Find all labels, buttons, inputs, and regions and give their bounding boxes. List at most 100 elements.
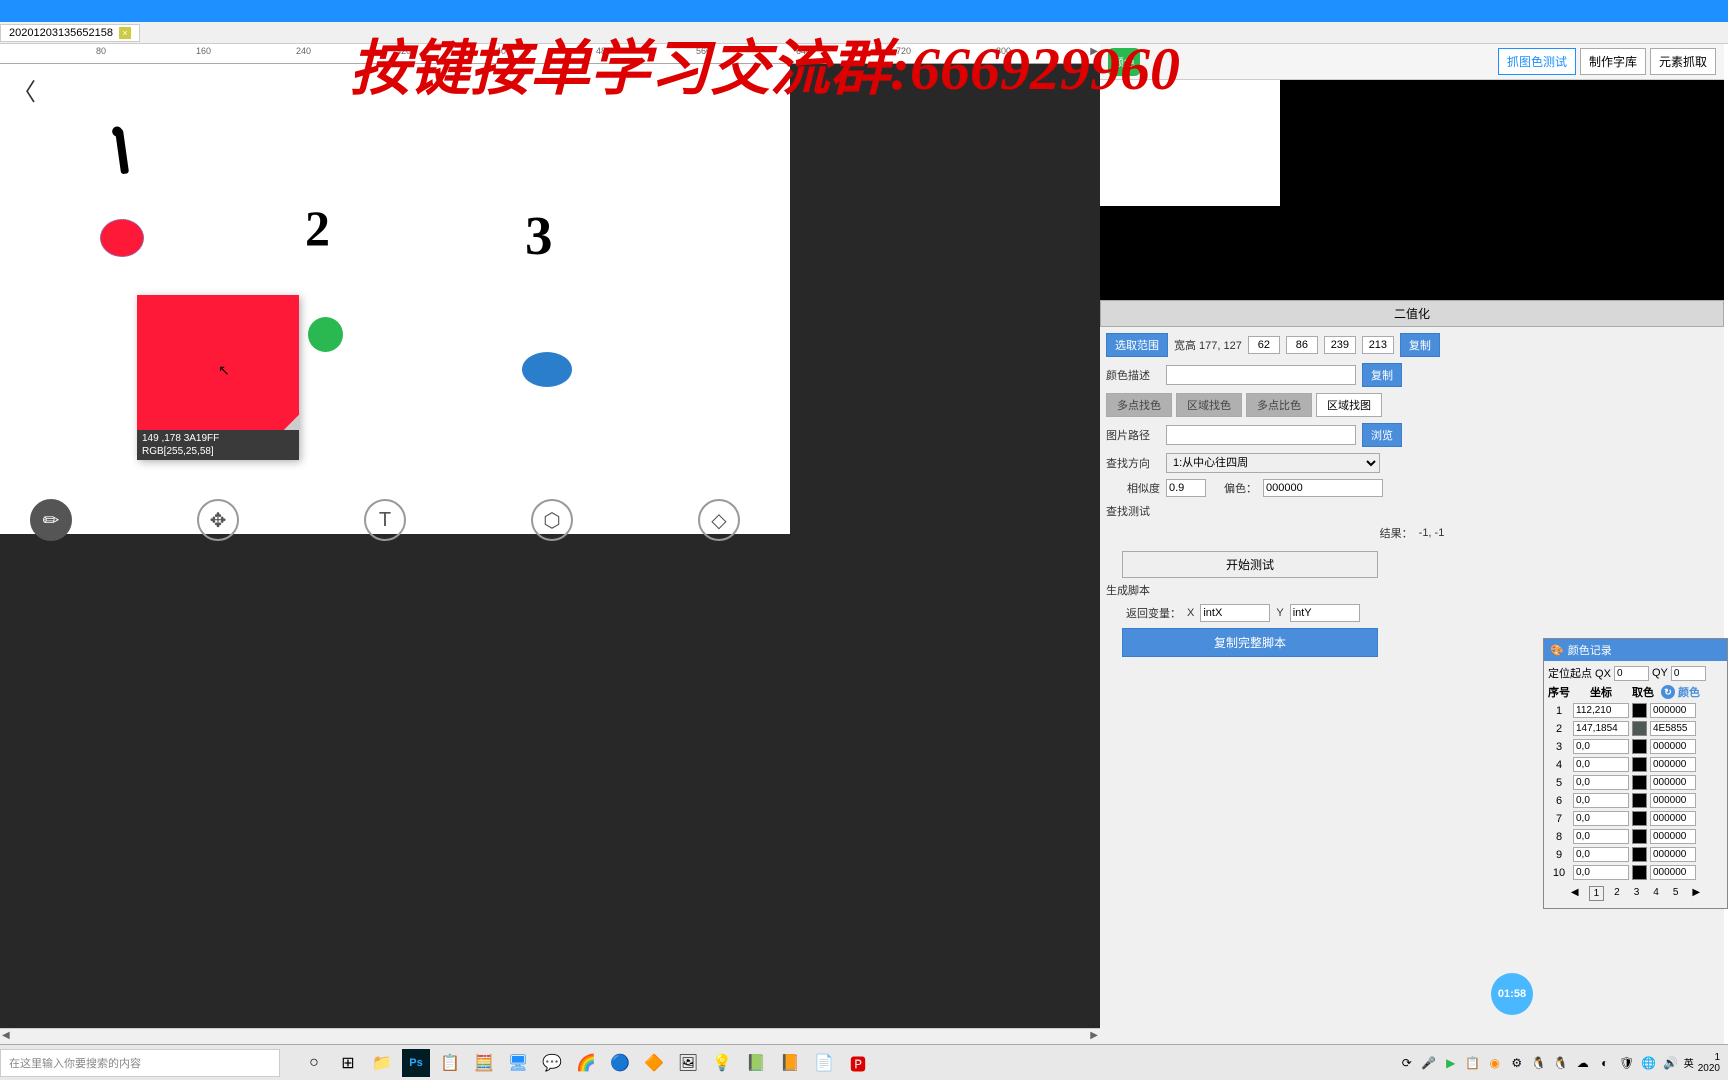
app2-icon[interactable]: 🖥 <box>504 1049 532 1077</box>
close-icon[interactable]: × <box>119 27 131 39</box>
coord-input[interactable] <box>1573 811 1629 826</box>
element-capture-button[interactable]: 元素抓取 <box>1650 48 1716 75</box>
clock[interactable]: 1 2020 <box>1698 1052 1724 1074</box>
range-x2-input[interactable] <box>1324 336 1356 354</box>
range-x1-input[interactable] <box>1248 336 1280 354</box>
color-swatch[interactable] <box>1632 865 1647 880</box>
bias-input[interactable] <box>1263 479 1383 497</box>
color-desc-input[interactable] <box>1166 365 1356 385</box>
hex-input[interactable] <box>1650 757 1696 772</box>
app4-icon[interactable]: 🔶 <box>640 1049 668 1077</box>
color-swatch[interactable] <box>1632 793 1647 808</box>
calculator-icon[interactable]: 🧮 <box>470 1049 498 1077</box>
hex-input[interactable] <box>1650 721 1696 736</box>
copy-desc-button[interactable]: 复制 <box>1362 363 1402 387</box>
color-swatch[interactable] <box>1632 739 1647 754</box>
text-tool-icon[interactable]: T <box>364 499 406 541</box>
explorer-icon[interactable]: 📁 <box>368 1049 396 1077</box>
coord-input[interactable] <box>1573 775 1629 790</box>
copy-range-button[interactable]: 复制 <box>1400 333 1440 357</box>
color-swatch[interactable] <box>1632 811 1647 826</box>
wechat-icon[interactable]: 💬 <box>538 1049 566 1077</box>
page-next-icon[interactable]: ▶ <box>1688 886 1704 901</box>
refresh-icon[interactable]: ↻ <box>1661 685 1675 699</box>
network-icon[interactable]: 🌐 <box>1640 1054 1658 1072</box>
tray-icon[interactable]: ▶ <box>1442 1054 1460 1072</box>
hexagon-tool-icon[interactable]: ⬡ <box>531 499 573 541</box>
canvas-area[interactable]: 〈 2 3 149 ,178 3A19FF RGB[255,25,58] ↖ ✏ <box>0 64 1100 1028</box>
scroll-left-icon[interactable]: ◀ <box>2 1030 10 1041</box>
direction-select[interactable]: 1:从中心往四周 <box>1166 453 1380 473</box>
tray-icon[interactable]: ☁ <box>1574 1054 1592 1072</box>
taskview-icon[interactable]: ⊞ <box>334 1049 362 1077</box>
qq-icon[interactable]: 🐧 <box>1530 1054 1548 1072</box>
app3-icon[interactable]: 🔵 <box>606 1049 634 1077</box>
range-y1-input[interactable] <box>1286 336 1318 354</box>
select-range-button[interactable]: 选取范围 <box>1106 333 1168 357</box>
similarity-input[interactable] <box>1166 479 1206 497</box>
tab-region-image[interactable]: 区域找图 <box>1316 393 1382 417</box>
coord-input[interactable] <box>1573 865 1629 880</box>
color-swatch[interactable] <box>1632 757 1647 772</box>
range-y2-input[interactable] <box>1362 336 1394 354</box>
page-1[interactable]: 1 <box>1589 886 1605 901</box>
qy-input[interactable] <box>1671 666 1706 681</box>
hex-input[interactable] <box>1650 739 1696 754</box>
page-5[interactable]: 5 <box>1669 886 1683 901</box>
photos-icon[interactable]: 🖼 <box>674 1049 702 1077</box>
hex-input[interactable] <box>1650 793 1696 808</box>
app7-icon[interactable]: 📄 <box>810 1049 838 1077</box>
canvas[interactable]: 〈 2 3 149 ,178 3A19FF RGB[255,25,58] ↖ ✏ <box>0 64 790 534</box>
security-icon[interactable]: 🛡 <box>1618 1054 1636 1072</box>
start-test-button[interactable]: 开始测试 <box>1122 551 1378 578</box>
app6-icon[interactable]: 📙 <box>776 1049 804 1077</box>
ime-indicator[interactable]: 英 <box>1684 1055 1694 1070</box>
color-record-title-bar[interactable]: 🎨 颜色记录 <box>1544 639 1727 661</box>
coord-input[interactable] <box>1573 703 1629 718</box>
excel-icon[interactable]: 📗 <box>742 1049 770 1077</box>
qq-icon[interactable]: 🐧 <box>1552 1054 1570 1072</box>
y-var-input[interactable] <box>1290 604 1360 622</box>
coord-input[interactable] <box>1573 739 1629 754</box>
red-shape[interactable] <box>100 219 144 257</box>
make-lib-button[interactable]: 制作字库 <box>1580 48 1646 75</box>
color-swatch[interactable] <box>1632 829 1647 844</box>
coord-input[interactable] <box>1573 757 1629 772</box>
page-4[interactable]: 4 <box>1649 886 1663 901</box>
x-var-input[interactable] <box>1200 604 1270 622</box>
tray-icon[interactable]: ◉ <box>1486 1054 1504 1072</box>
hex-input[interactable] <box>1650 811 1696 826</box>
page-2[interactable]: 2 <box>1610 886 1624 901</box>
coord-input[interactable] <box>1573 793 1629 808</box>
photoshop-icon[interactable]: Ps <box>402 1049 430 1077</box>
hex-input[interactable] <box>1650 703 1696 718</box>
move-tool-icon[interactable]: ✥ <box>197 499 239 541</box>
cortana-icon[interactable]: ○ <box>300 1049 328 1077</box>
app5-icon[interactable]: 💡 <box>708 1049 736 1077</box>
color-swatch[interactable] <box>1632 721 1647 736</box>
imgpath-input[interactable] <box>1166 425 1356 445</box>
color-swatch[interactable] <box>1632 847 1647 862</box>
coord-input[interactable] <box>1573 829 1629 844</box>
coord-input[interactable] <box>1573 721 1629 736</box>
pencil-tool-icon[interactable]: ✏ <box>30 499 72 541</box>
taskbar-search[interactable]: 在这里输入你要搜索的内容 <box>0 1049 280 1077</box>
hex-input[interactable] <box>1650 847 1696 862</box>
color-swatch[interactable] <box>1632 703 1647 718</box>
tray-icon[interactable]: ⚙ <box>1508 1054 1526 1072</box>
tab-region-color[interactable]: 区域找色 <box>1176 393 1242 417</box>
tab-multipoint-color[interactable]: 多点找色 <box>1106 393 1172 417</box>
tray-icon[interactable]: 🎤 <box>1420 1054 1438 1072</box>
tray-icon[interactable]: ⟳ <box>1398 1054 1416 1072</box>
tab-multipoint-compare[interactable]: 多点比色 <box>1246 393 1312 417</box>
color-swatch[interactable] <box>1632 775 1647 790</box>
app8-icon[interactable]: 🅿 <box>844 1049 872 1077</box>
binarize-header[interactable]: 二值化 <box>1100 300 1724 327</box>
app-icon[interactable]: 📋 <box>436 1049 464 1077</box>
qx-input[interactable] <box>1614 666 1649 681</box>
scroll-right-icon[interactable]: ▶ <box>1090 1030 1098 1041</box>
capture-test-button[interactable]: 抓图色测试 <box>1498 48 1576 75</box>
back-icon[interactable]: 〈 <box>12 72 36 107</box>
coord-input[interactable] <box>1573 847 1629 862</box>
page-3[interactable]: 3 <box>1630 886 1644 901</box>
